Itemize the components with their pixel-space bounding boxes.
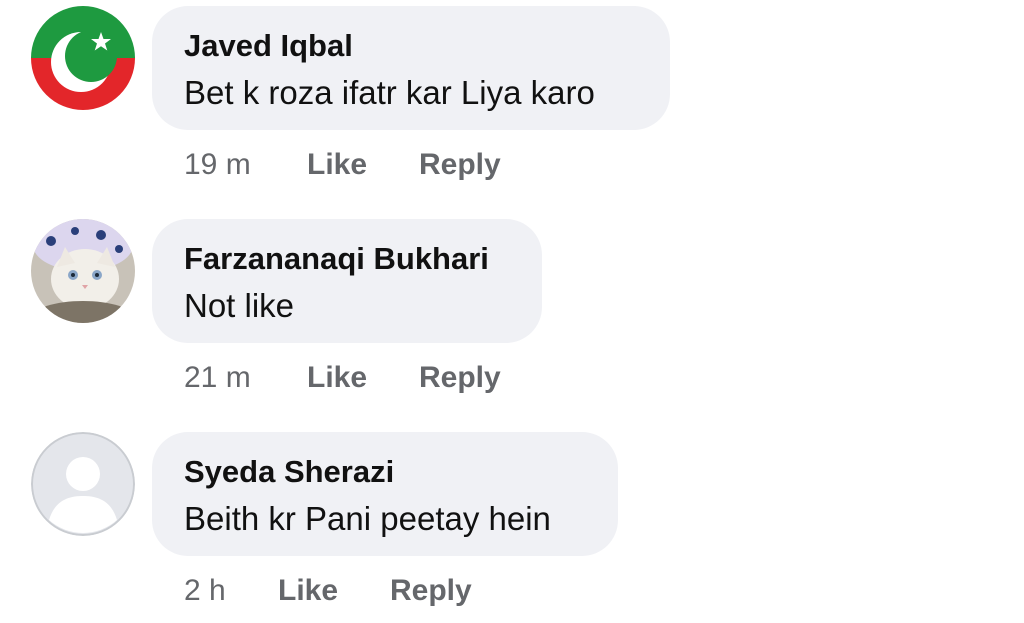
comment-bubble: Syeda Sherazi Beith kr Pani peetay hein — [152, 432, 618, 556]
comment-bubble: Javed Iqbal Bet k roza ifatr kar Liya ka… — [152, 6, 670, 130]
comment-timestamp[interactable]: 2 h — [184, 574, 226, 608]
like-button[interactable]: Like — [278, 574, 338, 608]
comment-author[interactable]: Javed Iqbal — [184, 28, 353, 64]
avatar[interactable] — [31, 6, 135, 110]
like-button[interactable]: Like — [307, 361, 367, 395]
comment-list: Javed Iqbal Bet k roza ifatr kar Liya ka… — [0, 0, 1024, 623]
comment-text: Not like — [184, 287, 295, 324]
comment-timestamp[interactable]: 19 m — [184, 148, 251, 182]
comment-text: Bet k roza ifatr kar Liya karo — [184, 74, 595, 111]
comment-author[interactable]: Syeda Sherazi — [184, 454, 394, 490]
like-button[interactable]: Like — [307, 148, 367, 182]
reply-button[interactable]: Reply — [419, 361, 501, 395]
comment-bubble: Farzananaqi Bukhari Not like — [152, 219, 542, 343]
flag-crescent-icon — [31, 6, 135, 110]
default-user-icon — [31, 432, 135, 536]
reply-button[interactable]: Reply — [419, 148, 501, 182]
reply-button[interactable]: Reply — [390, 574, 472, 608]
cat-photo-avatar — [31, 219, 135, 323]
comment-text: Beith kr Pani peetay hein — [184, 500, 551, 537]
avatar[interactable] — [31, 219, 135, 323]
avatar[interactable] — [31, 432, 135, 536]
comment-author[interactable]: Farzananaqi Bukhari — [184, 241, 489, 277]
comment-timestamp[interactable]: 21 m — [184, 361, 251, 395]
